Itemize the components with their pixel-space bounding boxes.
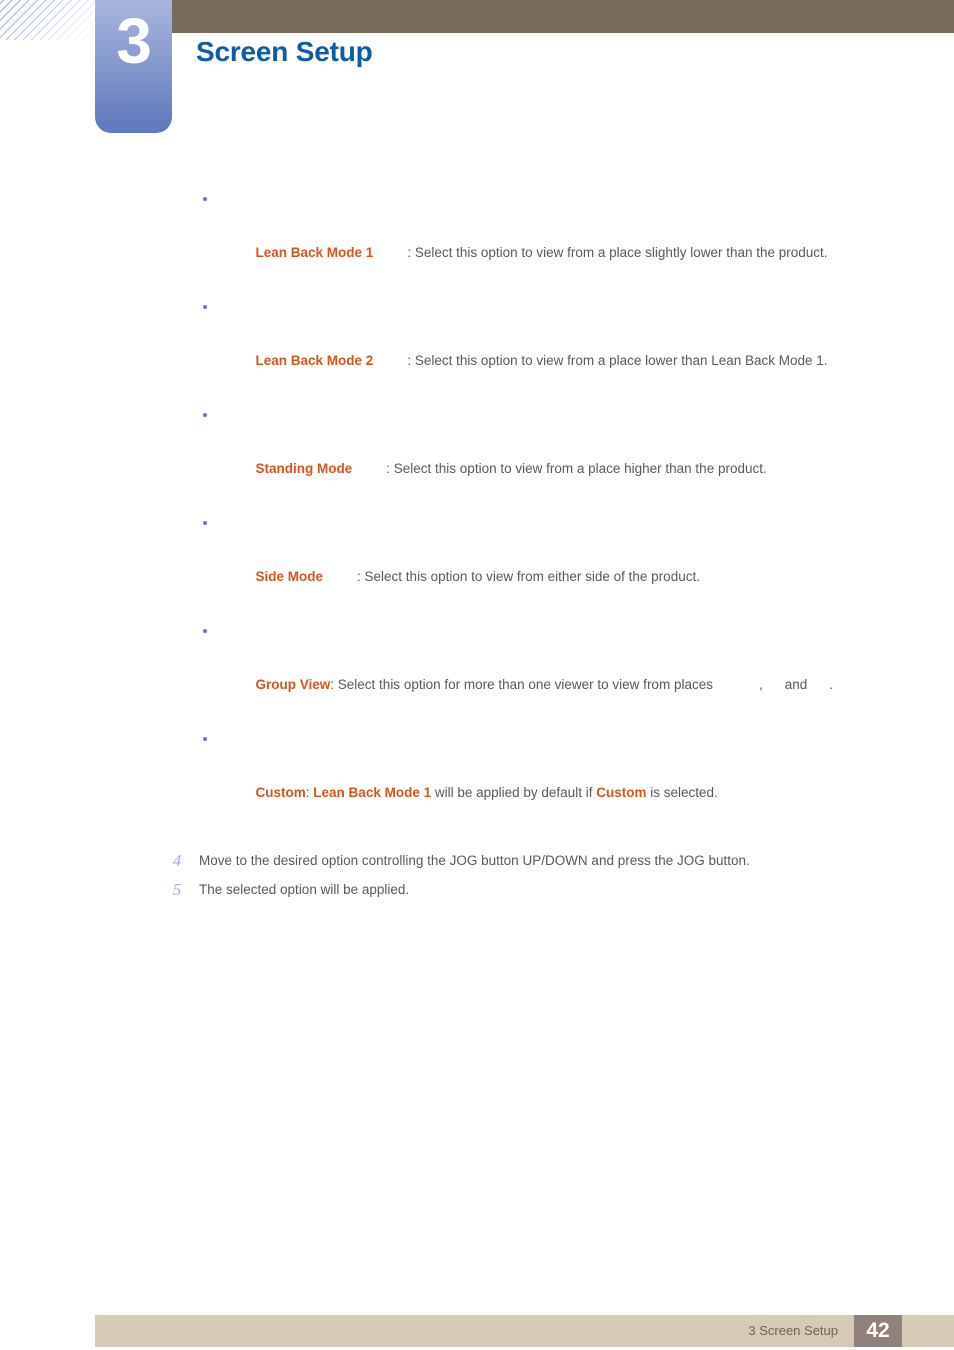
list-item: Lean Back Mode 2 : Select this option to …	[0, 293, 954, 401]
step-number: 5	[172, 880, 182, 899]
bullet-dot-icon	[203, 521, 207, 525]
option-description: : Select this option to view from a plac…	[407, 353, 828, 368]
numbered-step-list: 4 Move to the desired option controlling…	[0, 846, 954, 904]
sentence-terminator: .	[829, 677, 834, 692]
step-text: Move to the desired option controlling t…	[199, 853, 750, 868]
option-term-reference: Lean Back Mode 1	[313, 785, 432, 800]
list-item: Group View: Select this option for more …	[0, 617, 954, 725]
bullet-dot-icon	[203, 197, 207, 201]
option-term-reference: Custom	[596, 785, 647, 800]
separator-comma: ,	[758, 677, 763, 692]
bullet-dot-icon	[203, 629, 207, 633]
page-title: Screen Setup	[196, 36, 373, 67]
chapter-number-badge: 3	[95, 0, 172, 133]
step-text: The selected option will be applied.	[199, 882, 410, 897]
option-term: Lean Back Mode 1	[255, 245, 374, 260]
step-number: 4	[172, 851, 182, 870]
option-term: Lean Back Mode 2	[255, 353, 374, 368]
bullet-dot-icon	[203, 737, 207, 741]
separator-and: and	[784, 677, 808, 692]
footer-chapter-label: 3 Screen Setup	[748, 1323, 838, 1338]
list-item: Side Mode : Select this option to view fr…	[0, 509, 954, 617]
option-description: will be applied by default if	[431, 785, 597, 800]
option-term: Side Mode	[255, 569, 324, 584]
list-item: Lean Back Mode 1 : Select this option to …	[0, 185, 954, 293]
list-item: 5 The selected option will be applied.	[0, 875, 954, 904]
option-term: Standing Mode	[255, 461, 353, 476]
option-description: : Select this option to view from either…	[357, 569, 700, 584]
page-content: Lean Back Mode 1 : Select this option to …	[0, 185, 954, 904]
option-description-tail: is selected.	[646, 785, 718, 800]
option-description: : Select this option to view from a plac…	[407, 245, 828, 260]
decorative-hatch-pattern	[0, 0, 100, 40]
option-term: Custom	[255, 785, 306, 800]
page-number: 42	[866, 1319, 890, 1342]
list-item: Standing Mode : Select this option to vie…	[0, 401, 954, 509]
list-item: Custom: Lean Back Mode 1 will be applied…	[0, 725, 954, 833]
option-bullet-list: Lean Back Mode 1 : Select this option to …	[0, 185, 954, 833]
list-item: 4 Move to the desired option controlling…	[0, 846, 954, 875]
option-description: : Select this option to view from a plac…	[386, 461, 767, 476]
bullet-dot-icon	[203, 305, 207, 309]
bullet-dot-icon	[203, 413, 207, 417]
colon: :	[305, 785, 310, 800]
chapter-header-band	[172, 0, 954, 33]
option-term: Group View	[255, 677, 331, 692]
option-description: : Select this option for more than one v…	[330, 677, 713, 692]
chapter-number: 3	[116, 5, 152, 77]
